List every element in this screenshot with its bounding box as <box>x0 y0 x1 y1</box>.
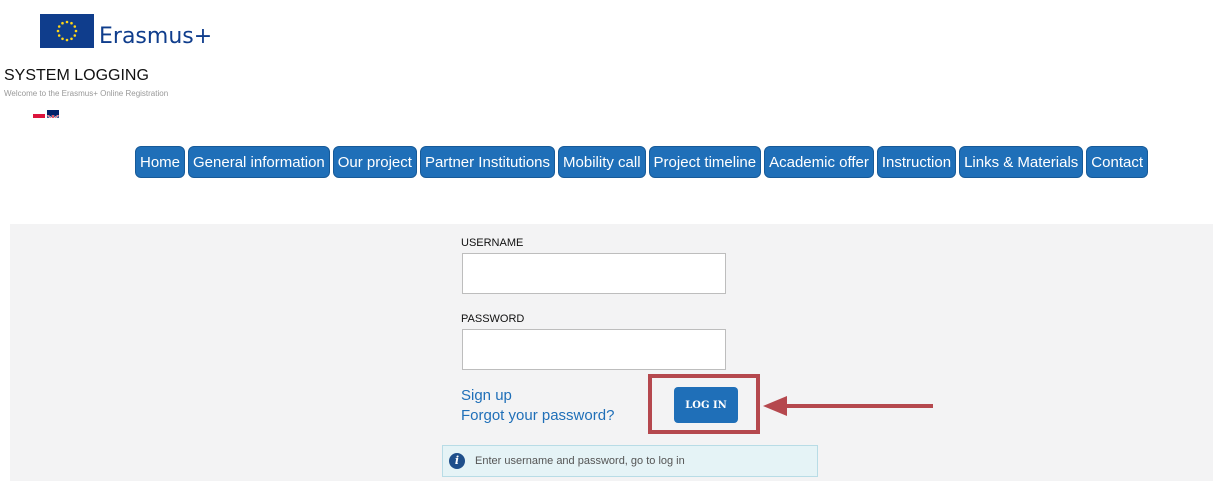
welcome-text: Welcome to the Erasmus+ Online Registrat… <box>4 89 169 98</box>
username-label: USERNAME <box>461 237 524 249</box>
page-title: SYSTEM LOGGING <box>4 67 149 84</box>
forgot-password-link[interactable]: Forgot your password? <box>461 407 614 424</box>
nav-contact[interactable]: Contact <box>1086 146 1148 178</box>
erasmus-logo: Erasmus+ <box>40 12 212 48</box>
nav-links-materials[interactable]: Links & Materials <box>959 146 1084 178</box>
eu-flag-icon <box>40 14 94 48</box>
language-switcher <box>33 110 59 118</box>
nav-instruction[interactable]: Instruction <box>876 146 957 178</box>
password-input[interactable] <box>462 329 726 370</box>
nav-our-project[interactable]: Our project <box>332 146 417 178</box>
nav-general-information[interactable]: General information <box>188 146 330 178</box>
info-message: i Enter username and password, go to log… <box>442 445 818 477</box>
nav-partner-institutions[interactable]: Partner Institutions <box>419 146 556 178</box>
login-panel: USERNAME PASSWORD Sign up Forgot your pa… <box>10 224 1213 481</box>
main-nav: Home General information Our project Par… <box>135 146 1148 178</box>
password-label: PASSWORD <box>461 313 525 325</box>
nav-mobility-call[interactable]: Mobility call <box>558 146 646 178</box>
uk-flag-icon[interactable] <box>47 110 59 118</box>
nav-project-timeline[interactable]: Project timeline <box>648 146 762 178</box>
info-icon: i <box>449 453 465 469</box>
nav-academic-offer[interactable]: Academic offer <box>764 146 874 178</box>
arrow-left-icon <box>763 396 933 416</box>
sign-up-link[interactable]: Sign up <box>461 387 512 404</box>
brand-text: Erasmus+ <box>99 24 213 49</box>
info-text: Enter username and password, go to log i… <box>475 455 685 467</box>
log-in-button[interactable]: LOG IN <box>674 387 738 423</box>
polish-flag-icon[interactable] <box>33 110 45 118</box>
username-input[interactable] <box>462 253 726 294</box>
nav-home[interactable]: Home <box>135 146 186 178</box>
